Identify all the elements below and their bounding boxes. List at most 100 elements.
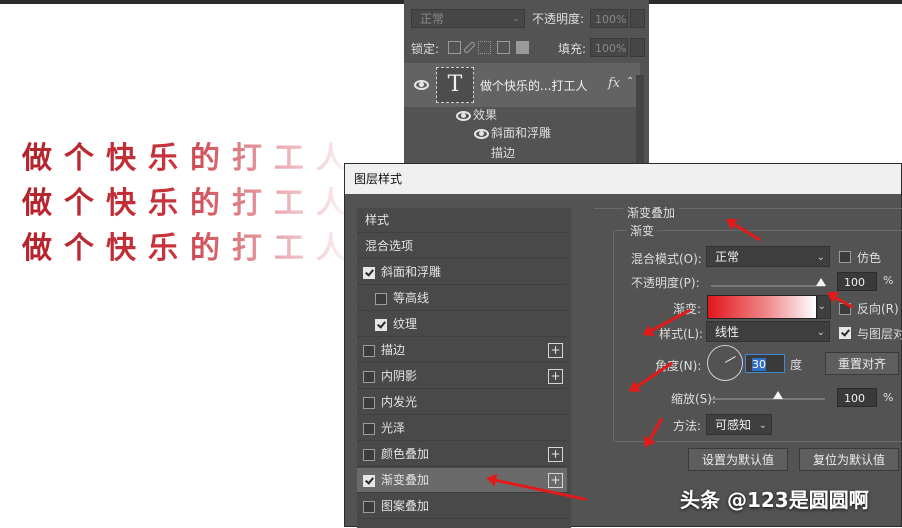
- layer-blend-mode-value: 正常: [420, 12, 445, 26]
- style-list-item[interactable]: 样式: [357, 208, 567, 233]
- degree-label: 度: [790, 358, 803, 372]
- style-list-label: 光泽: [381, 421, 406, 435]
- canvas-text-row-1: 做个快乐的打工人: [22, 133, 358, 177]
- scale-label: 缩放(S):: [671, 392, 717, 406]
- style-list-checkbox[interactable]: [363, 449, 375, 461]
- blend-mode-label: 混合模式(O):: [631, 252, 702, 266]
- style-list-label: 渐变叠加: [381, 473, 430, 487]
- move-icon[interactable]: [478, 41, 491, 54]
- fill-dropdown[interactable]: [630, 38, 645, 57]
- method-select[interactable]: 可感知 ⌄: [706, 414, 772, 435]
- scale-percent: %: [883, 391, 894, 404]
- style-list-item[interactable]: 描边 +: [357, 338, 567, 363]
- effect-bevel[interactable]: 斜面和浮雕: [491, 124, 551, 141]
- blend-mode-value: 正常: [715, 250, 740, 264]
- style-list-item[interactable]: 内阴影 +: [357, 364, 567, 389]
- layer-name[interactable]: 做个快乐的...打工人: [480, 77, 587, 94]
- angle-dial[interactable]: [707, 345, 743, 381]
- chevron-up-icon[interactable]: ⌃: [626, 76, 634, 87]
- fill-input[interactable]: 100%: [590, 38, 628, 57]
- add-effect-icon[interactable]: +: [548, 473, 563, 488]
- canvas-text-row-3: 做个快乐的打工人: [22, 223, 358, 267]
- layer-blend-mode-select[interactable]: 正常 ⌄: [411, 9, 525, 28]
- angle-input[interactable]: 30: [745, 354, 785, 373]
- blend-mode-select[interactable]: 正常 ⌄: [706, 246, 830, 267]
- add-effect-icon[interactable]: +: [548, 447, 563, 462]
- style-list-checkbox[interactable]: [363, 371, 375, 383]
- section-title: 渐变叠加: [623, 204, 680, 221]
- style-list-checkbox[interactable]: [363, 267, 375, 279]
- gradient-swatch[interactable]: [707, 295, 817, 319]
- add-effect-icon[interactable]: +: [548, 343, 563, 358]
- scale-input[interactable]: 100: [837, 388, 877, 407]
- reverse-label: 反向(R): [857, 302, 899, 316]
- style-list-item[interactable]: 斜面和浮雕: [357, 260, 567, 285]
- style-list-checkbox[interactable]: [375, 293, 387, 305]
- style-value: 线性: [715, 325, 740, 339]
- opacity-slider-handle[interactable]: [816, 278, 826, 286]
- chevron-down-icon: ⌄: [758, 420, 767, 431]
- lock-icons: [448, 40, 535, 54]
- style-list-item[interactable]: 纹理: [357, 312, 567, 337]
- style-list-item[interactable]: 图案叠加: [357, 494, 567, 519]
- style-list-checkbox[interactable]: [363, 501, 375, 513]
- lock-transparent-icon[interactable]: [448, 41, 461, 54]
- group-title: 渐变: [627, 222, 658, 239]
- style-list-label: 纹理: [393, 317, 418, 331]
- layer-opacity-label: 不透明度:: [532, 12, 585, 26]
- chevron-down-icon: ⌄: [512, 14, 520, 24]
- style-list-checkbox[interactable]: [363, 423, 375, 435]
- style-list-label: 内阴影: [381, 369, 418, 383]
- style-list: 样式混合选项斜面和浮雕等高线纹理描边 + 内阴影 + 内发光光泽颜色叠加 + 渐变叠加 + 图案…: [357, 208, 571, 528]
- scale-slider-handle[interactable]: [773, 391, 783, 399]
- effects-label: 效果: [473, 108, 498, 122]
- eye-icon[interactable]: [414, 80, 429, 90]
- layer-style-dialog: 图层样式 样式混合选项斜面和浮雕等高线纹理描边 + 内阴影 + 内发光光泽颜色叠加 + 渐变…: [344, 163, 902, 528]
- style-list-item[interactable]: 颜色叠加 +: [357, 442, 567, 467]
- canvas-text-row-2: 做个快乐的打工人: [22, 178, 358, 222]
- gradient-overlay-settings: 渐变叠加 渐变 混合模式(O): 正常⌄ 仿色 不透明度(P): 100 % 渐…: [587, 194, 902, 528]
- watermark: 头条 @123是圆圆啊: [680, 488, 869, 512]
- layers-scrollbar[interactable]: [636, 75, 644, 163]
- effect-stroke[interactable]: 描边: [491, 144, 515, 161]
- effects-eye-icon[interactable]: [456, 111, 471, 121]
- method-value: 可感知: [715, 418, 752, 432]
- style-list-item[interactable]: 等高线: [357, 286, 567, 311]
- style-label: 样式(L):: [659, 327, 704, 341]
- style-list-checkbox[interactable]: [363, 397, 375, 409]
- set-default-button[interactable]: 设置为默认值: [688, 448, 788, 471]
- lock-label: 锁定:: [411, 42, 440, 56]
- opacity-input[interactable]: 100: [837, 272, 877, 291]
- align-with-layer-checkbox[interactable]: [839, 327, 851, 339]
- style-list-label: 样式: [365, 213, 390, 227]
- align-with-layer-label: 与图层对齐: [857, 327, 902, 341]
- brush-icon[interactable]: [463, 41, 476, 54]
- bevel-eye-icon[interactable]: [474, 129, 489, 139]
- reset-default-button[interactable]: 复位为默认值: [799, 448, 899, 471]
- opacity-slider[interactable]: [711, 285, 825, 287]
- style-list-item[interactable]: 内发光: [357, 390, 567, 415]
- layer-opacity-dropdown[interactable]: [630, 9, 645, 28]
- text-layer-thumbnail: T: [436, 67, 474, 103]
- dither-checkbox[interactable]: [839, 251, 851, 263]
- dialog-title: 图层样式: [345, 164, 901, 194]
- layer-opacity-input[interactable]: 100%: [590, 9, 628, 28]
- reset-alignment-button[interactable]: 重置对齐: [825, 352, 899, 375]
- crop-icon[interactable]: [497, 41, 510, 54]
- layer-row[interactable]: T 做个快乐的...打工人 fx ⌃: [404, 63, 640, 107]
- style-list-label: 图案叠加: [381, 499, 430, 513]
- opacity-percent: %: [883, 274, 894, 287]
- chevron-down-icon: ⌄: [816, 327, 825, 338]
- fx-icon[interactable]: fx: [608, 76, 620, 91]
- lock-icon[interactable]: [516, 41, 529, 54]
- style-list-checkbox[interactable]: [363, 475, 375, 487]
- style-list-label: 斜面和浮雕: [381, 265, 442, 279]
- style-list-item[interactable]: 混合选项: [357, 234, 567, 259]
- style-list-item[interactable]: 光泽: [357, 416, 567, 441]
- add-effect-icon[interactable]: +: [548, 369, 563, 384]
- style-list-checkbox[interactable]: [363, 345, 375, 357]
- scale-slider[interactable]: [711, 398, 825, 400]
- style-list-label: 等高线: [393, 291, 430, 305]
- style-list-checkbox[interactable]: [375, 319, 387, 331]
- style-select[interactable]: 线性 ⌄: [706, 321, 830, 342]
